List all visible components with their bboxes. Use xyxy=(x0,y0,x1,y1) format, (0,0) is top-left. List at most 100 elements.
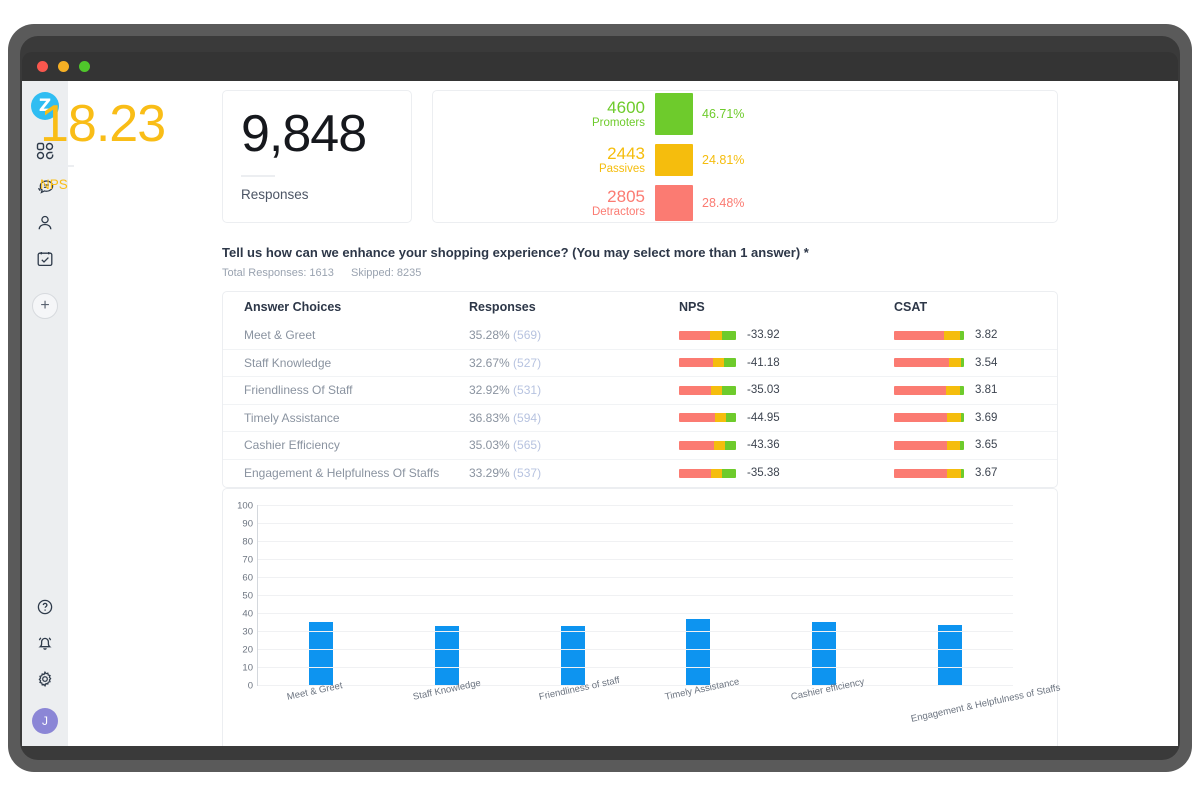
cell-csat: 3.67 xyxy=(894,467,1057,479)
cell-csat: 3.81 xyxy=(894,384,1057,396)
nps-score: -33.92 xyxy=(747,329,780,342)
distribution-bar xyxy=(679,385,736,395)
responses-value: 9,848 xyxy=(241,105,367,163)
question-title: Tell us how can we enhance your shopping… xyxy=(222,245,809,260)
notifications-icon[interactable] xyxy=(28,626,62,660)
chart-y-tick-label: 30 xyxy=(242,626,253,638)
nps-label: NPS xyxy=(40,177,68,192)
cell-csat: 3.65 xyxy=(894,439,1057,451)
cell-answer-choice: Cashier Efficiency xyxy=(244,438,340,453)
response-count: (569) xyxy=(513,328,542,343)
header-responses: Responses xyxy=(469,300,536,314)
cell-answer-choice: Friendliness Of Staff xyxy=(244,383,353,398)
chart-y-tick-label: 100 xyxy=(237,500,253,512)
app-viewport: Z + J 9,848 Responses 18.23 NPS 4600 Pro… xyxy=(22,81,1178,746)
nps-count-block: 2443 Passives xyxy=(581,144,645,176)
chart-y-tick-label: 20 xyxy=(242,644,253,656)
chart-y-tick-label: 70 xyxy=(242,554,253,566)
nps-breakdown-row: 2805 Detractors 28.48% xyxy=(581,184,745,221)
nps-breakdown-row: 2443 Passives 24.81% xyxy=(581,143,745,176)
chart-gridline: 50 xyxy=(242,591,1013,602)
table-row[interactable]: Timely Assistance 36.83% (594) -44.95 3.69 xyxy=(223,405,1057,432)
csat-score: 3.67 xyxy=(975,467,998,480)
main-content: 9,848 Responses 18.23 NPS 4600 Promoters 4… xyxy=(40,81,1178,746)
chart-bar[interactable] xyxy=(938,625,963,685)
nps-score: -44.95 xyxy=(747,411,780,424)
cell-nps: -41.18 xyxy=(679,357,894,369)
csat-score: 3.81 xyxy=(975,384,998,397)
nps-score: -35.03 xyxy=(747,384,780,397)
total-responses-label: Total Responses: 1613 xyxy=(222,267,334,279)
response-count: (565) xyxy=(513,438,542,453)
answer-choices-table: Answer Choices Responses NPS CSAT Meet &… xyxy=(222,291,1058,488)
table-row[interactable]: Staff Knowledge 32.67% (527) -41.18 3.54 xyxy=(223,350,1057,377)
distribution-bar xyxy=(894,385,964,395)
nps-percent: 28.48% xyxy=(702,195,745,210)
table-row[interactable]: Meet & Greet 35.28% (569) -33.92 3.82 xyxy=(223,322,1057,350)
header-nps: NPS xyxy=(679,300,705,314)
close-window-button[interactable] xyxy=(37,61,48,72)
nps-percent: 46.71% xyxy=(702,106,745,121)
cell-responses: 32.67% (527) xyxy=(469,356,679,370)
nps-card: 18.23 NPS 4600 Promoters 46.71% 2443 Passive… xyxy=(40,90,1058,223)
table-row[interactable]: Friendliness Of Staff 32.92% (531) -35.03 3… xyxy=(223,377,1057,405)
cell-csat: 3.82 xyxy=(894,329,1057,341)
chart-x-cell: Engagement & Helpfulness of Staffs xyxy=(887,682,1061,746)
distribution-bar xyxy=(679,440,736,450)
add-button[interactable]: + xyxy=(32,293,58,319)
distribution-bar xyxy=(679,413,736,423)
question-meta: Total Responses: 1613 Skipped: 8235 xyxy=(222,267,1058,279)
chart-gridline: 80 xyxy=(242,537,1013,548)
user-avatar[interactable]: J xyxy=(32,708,58,734)
distribution-bar xyxy=(894,358,964,368)
chart-x-cell: Cashier efficiency xyxy=(761,676,887,746)
screenshot-root: Z + J 9,848 Responses 18.23 NPS 4600 Pro… xyxy=(0,0,1200,800)
chart-gridline: 70 xyxy=(242,555,1013,566)
chart-gridline: 60 xyxy=(242,573,1013,584)
cell-responses: 35.28% (569) xyxy=(469,328,679,342)
cell-nps: -33.92 xyxy=(679,329,894,341)
response-percent: 32.92% xyxy=(469,383,510,398)
minimize-window-button[interactable] xyxy=(58,61,69,72)
maximize-window-button[interactable] xyxy=(79,61,90,72)
table-header-row: Answer Choices Responses NPS CSAT xyxy=(223,292,1057,322)
table-body: Meet & Greet 35.28% (569) -33.92 3.82 Staff … xyxy=(223,322,1057,487)
nps-score: -43.36 xyxy=(747,439,780,452)
table-row[interactable]: Cashier Efficiency 35.03% (565) -43.36 3.65 xyxy=(223,432,1057,460)
response-count: (527) xyxy=(513,355,542,370)
cell-nps: -35.03 xyxy=(679,384,894,396)
cell-answer-choice: Staff Knowledge xyxy=(244,355,332,370)
csat-score: 3.54 xyxy=(975,356,998,369)
cell-responses: 36.83% (594) xyxy=(469,411,679,425)
chart-area: 100 90 80 70 60 50 40 30 20 10 0 Meet & Greet Staff… xyxy=(223,497,1061,746)
chart-gridline: 10 xyxy=(242,663,1013,674)
window-titlebar xyxy=(22,52,1178,81)
distribution-bar xyxy=(894,413,964,423)
tasks-icon[interactable] xyxy=(28,242,62,276)
contacts-icon[interactable] xyxy=(28,206,62,240)
sidebar-bottom-group: J xyxy=(22,590,68,734)
cell-responses: 32.92% (531) xyxy=(469,383,679,397)
chart-bar[interactable] xyxy=(434,626,459,685)
distribution-bar xyxy=(894,468,964,478)
nps-breakdown: 4600 Promoters 46.71% 2443 Passives 24.81% 280… xyxy=(581,92,745,221)
chart-bar[interactable] xyxy=(560,625,585,685)
distribution-bar xyxy=(894,440,964,450)
nps-segment-label: Detractors xyxy=(591,205,645,218)
chart-gridline: 30 xyxy=(242,627,1013,638)
settings-icon[interactable] xyxy=(28,662,62,696)
chart-x-cell: Timely Assistance xyxy=(635,676,761,746)
response-percent: 32.67% xyxy=(469,355,510,370)
nps-segment-label: Promoters xyxy=(591,116,645,129)
cell-responses: 33.29% (537) xyxy=(469,466,679,480)
chart-bar[interactable] xyxy=(686,618,711,685)
table-row[interactable]: Engagement & Helpfulness Of Staffs 33.29%… xyxy=(223,460,1057,488)
nps-percent: 24.81% xyxy=(702,152,745,167)
skipped-label: Skipped: 8235 xyxy=(350,267,422,279)
chart-gridline: 0 xyxy=(248,681,1013,692)
cell-csat: 3.54 xyxy=(894,357,1057,369)
response-count: (537) xyxy=(513,466,542,481)
nps-count: 2443 xyxy=(607,143,645,163)
help-icon[interactable] xyxy=(28,590,62,624)
nps-count-block: 2805 Detractors xyxy=(581,187,645,219)
